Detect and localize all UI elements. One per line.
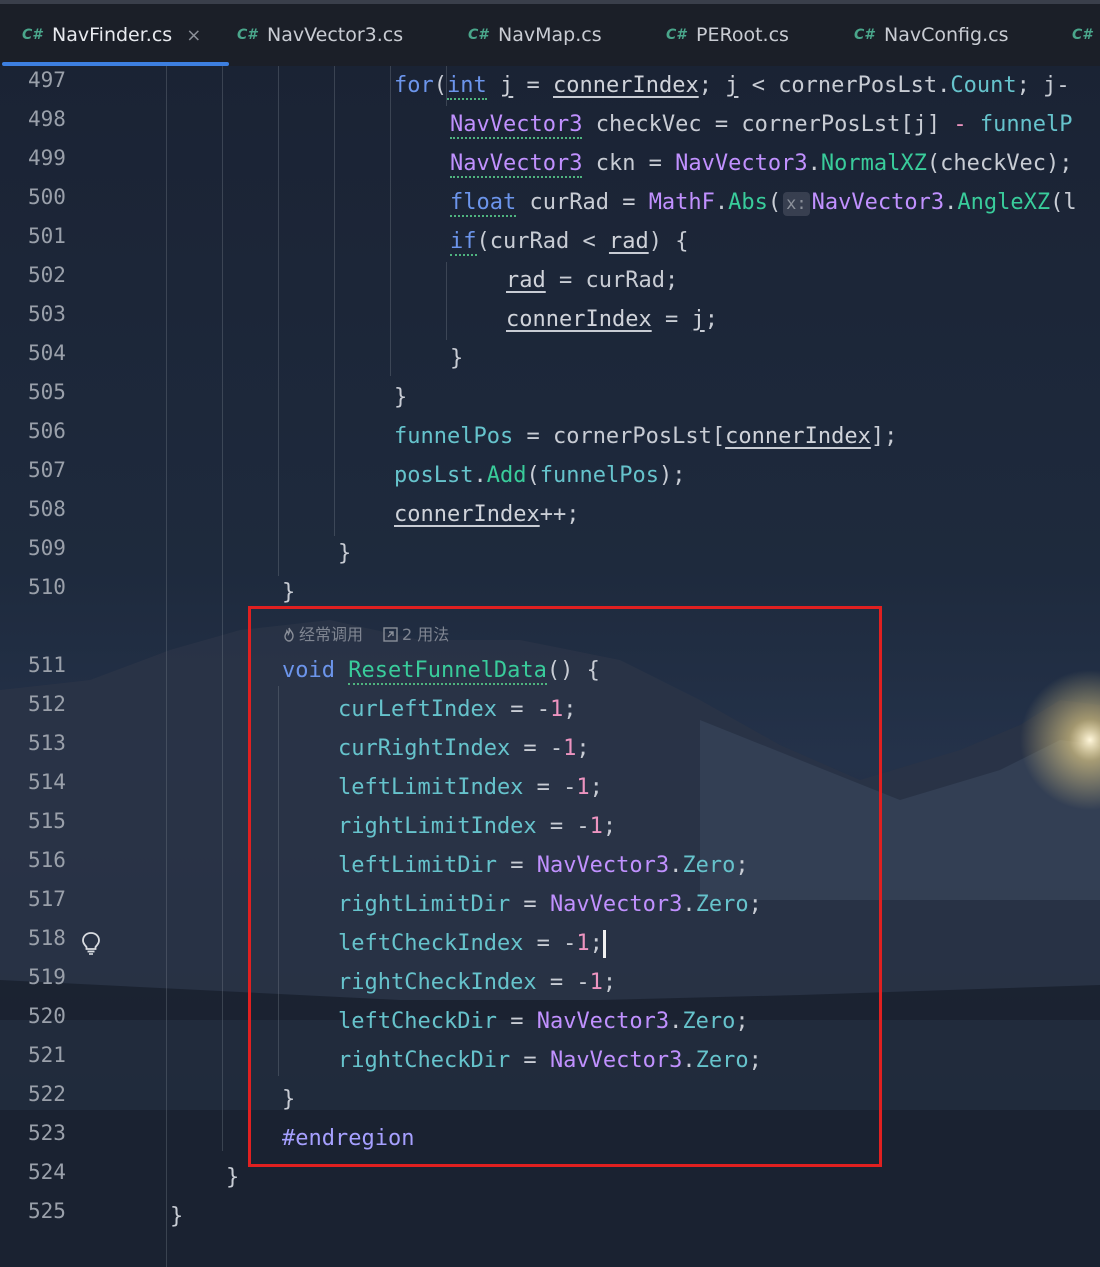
- code-line-505[interactable]: }: [394, 378, 407, 417]
- code-line-504[interactable]: }: [450, 339, 463, 378]
- line-number: 510: [28, 575, 66, 599]
- tab-label: NavVector3.cs: [267, 24, 404, 46]
- lightbulb-icon[interactable]: [80, 931, 102, 955]
- tab-label: NavConfig.cs: [884, 24, 1009, 46]
- line-number: 506: [28, 419, 66, 443]
- code-line-507[interactable]: posLst.Add(funnelPos);: [394, 456, 685, 495]
- indent-guide: [222, 66, 223, 1151]
- line-number: 503: [28, 302, 66, 326]
- line-number: 505: [28, 380, 66, 404]
- highlight-box: [248, 606, 882, 1167]
- code-line-524[interactable]: }: [226, 1158, 239, 1197]
- line-number: 523: [28, 1121, 66, 1145]
- tab-label: NavFinder.cs: [52, 24, 173, 46]
- line-number: 500: [28, 185, 66, 209]
- indent-guide: [166, 66, 167, 1267]
- code-line-503[interactable]: connerIndex = j;: [506, 300, 718, 339]
- csharp-file-icon: C#: [237, 27, 258, 43]
- line-number: 513: [28, 731, 66, 755]
- code-line-500[interactable]: float curRad = MathF.Abs(x: NavVector3.An…: [450, 183, 1077, 222]
- line-number: 509: [28, 536, 66, 560]
- line-number: 512: [28, 692, 66, 716]
- parameter-hint: x:: [783, 192, 810, 216]
- line-number: 501: [28, 224, 66, 248]
- csharp-file-icon: C#: [468, 27, 489, 43]
- line-number: 517: [28, 887, 66, 911]
- tab-overflow[interactable]: C#: [1072, 4, 1100, 66]
- csharp-file-icon: C#: [1072, 27, 1093, 43]
- editor-tab-bar: C# NavFinder.cs × C# NavVector3.cs C# Na…: [0, 0, 1100, 66]
- line-number: 497: [28, 68, 66, 92]
- code-line-506[interactable]: funnelPos = cornerPosLst[connerIndex];: [394, 417, 897, 456]
- line-number: 524: [28, 1160, 66, 1184]
- code-line-497[interactable]: for(int j = connerIndex; j < cornerPosLs…: [394, 66, 1070, 105]
- tab-label: NavMap.cs: [498, 24, 602, 46]
- line-number: 514: [28, 770, 66, 794]
- tab-peroot[interactable]: C# PERoot.cs: [666, 4, 789, 66]
- code-line-502[interactable]: rad = curRad;: [506, 261, 678, 300]
- line-number: 520: [28, 1004, 66, 1028]
- tab-label: PERoot.cs: [696, 24, 789, 46]
- close-icon[interactable]: ×: [186, 25, 201, 46]
- code-line-499[interactable]: NavVector3 ckn = NavVector3.NormalXZ(che…: [450, 144, 1073, 183]
- code-line-498[interactable]: NavVector3 checkVec = cornerPosLst[j] - …: [450, 105, 1073, 144]
- line-number: 525: [28, 1199, 66, 1223]
- line-number: 515: [28, 809, 66, 833]
- line-number: 522: [28, 1082, 66, 1106]
- tab-navfinder[interactable]: C# NavFinder.cs ×: [1, 4, 230, 66]
- line-number: 511: [28, 653, 66, 677]
- line-number: 507: [28, 458, 66, 482]
- line-number: 518: [28, 926, 66, 950]
- line-number: 519: [28, 965, 66, 989]
- line-number: 498: [28, 107, 66, 131]
- code-line-501[interactable]: if(curRad < rad) {: [450, 222, 688, 261]
- csharp-file-icon: C#: [854, 27, 875, 43]
- line-number: 521: [28, 1043, 66, 1067]
- line-number: 508: [28, 497, 66, 521]
- code-line-525[interactable]: }: [170, 1197, 183, 1236]
- csharp-file-icon: C#: [22, 27, 43, 43]
- code-line-509[interactable]: }: [338, 534, 351, 573]
- indent-guide: [390, 66, 391, 376]
- indent-guide: [278, 66, 279, 576]
- csharp-file-icon: C#: [666, 27, 687, 43]
- tab-navconfig[interactable]: C# NavConfig.cs: [854, 4, 1008, 66]
- line-number: 516: [28, 848, 66, 872]
- tab-navmap[interactable]: C# NavMap.cs: [468, 4, 602, 66]
- indent-guide: [446, 262, 447, 340]
- line-number: 504: [28, 341, 66, 365]
- tab-navvector3[interactable]: C# NavVector3.cs: [237, 4, 403, 66]
- line-number: 499: [28, 146, 66, 170]
- code-line-508[interactable]: connerIndex++;: [394, 495, 579, 534]
- indent-guide: [334, 66, 335, 536]
- line-number: 502: [28, 263, 66, 287]
